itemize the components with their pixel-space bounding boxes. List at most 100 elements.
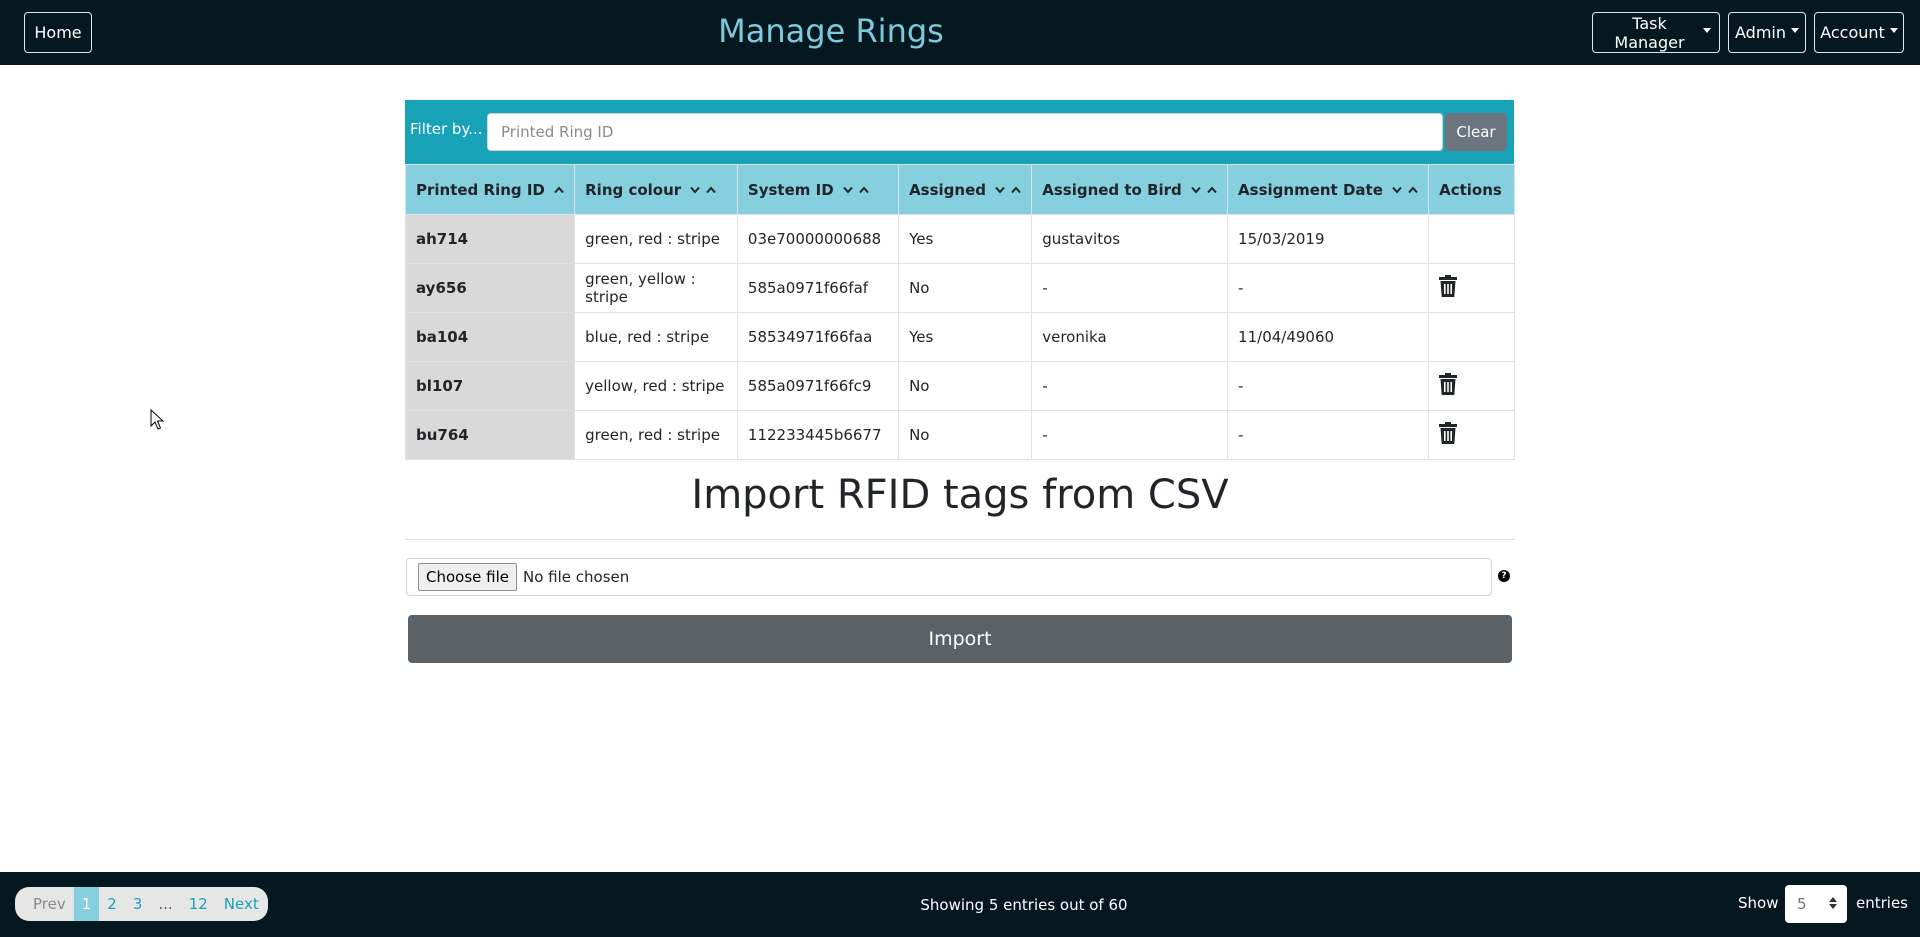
task-manager-label: Task Manager <box>1614 13 1685 52</box>
cell-system-id: 585a0971f66fc9 <box>736 361 900 411</box>
filter-label: Filter by... <box>410 120 483 138</box>
caret-down-icon <box>1791 28 1799 33</box>
cell-assigned-to-bird: - <box>1031 361 1229 411</box>
cell-assignment-date: 15/03/2019 <box>1227 214 1430 264</box>
cell-system-id: 585a0971f66faf <box>736 263 900 313</box>
column-header-assignment-date[interactable]: Assignment Date <box>1227 164 1430 215</box>
trash-icon[interactable] <box>1439 373 1458 395</box>
cell-printed-ring-id: bu764 <box>404 410 576 460</box>
divider <box>405 539 1515 540</box>
column-header-label: Actions <box>1439 180 1502 199</box>
chevron-up-icon[interactable] <box>706 186 717 194</box>
top-navbar: Home Manage Rings Task Manager Admin Acc… <box>0 0 1920 65</box>
column-header-assigned-to-bird[interactable]: Assigned to Bird <box>1031 164 1229 215</box>
clear-button[interactable]: Clear <box>1445 113 1507 151</box>
filter-input[interactable] <box>487 113 1443 151</box>
column-header-printed-ring-id[interactable]: Printed Ring ID <box>404 164 576 215</box>
column-header-label: Assigned <box>909 180 986 199</box>
cell-ring-colour: green, red : stripe <box>574 214 738 264</box>
column-header-label: Printed Ring ID <box>416 180 545 199</box>
task-manager-dropdown[interactable]: Task Manager <box>1592 12 1720 53</box>
entries-status: Showing 5 entries out of 60 <box>920 896 1128 914</box>
chevron-down-icon[interactable] <box>995 186 1005 194</box>
cell-assignment-date: - <box>1227 410 1430 460</box>
chevron-up-icon[interactable] <box>1011 186 1021 194</box>
cell-system-id: 58534971f66faa <box>736 312 900 362</box>
file-input[interactable]: Choose file No file chosen <box>406 558 1492 596</box>
entries-select-value: 5 <box>1797 895 1807 913</box>
account-label: Account <box>1820 23 1885 42</box>
import-button[interactable]: Import <box>408 615 1512 663</box>
column-header-system-id[interactable]: System ID <box>736 164 900 215</box>
filter-bar: Filter by... Clear <box>405 100 1514 164</box>
import-title: Import RFID tags from CSV <box>691 472 1229 518</box>
cell-printed-ring-id: ba104 <box>404 312 576 362</box>
chevron-down-icon[interactable] <box>1191 186 1201 194</box>
column-header-label: Assignment Date <box>1238 180 1383 199</box>
cell-system-id: 03e70000000688 <box>736 214 900 264</box>
cell-assignment-date: - <box>1227 263 1430 313</box>
cell-assigned: Yes <box>898 312 1033 362</box>
chevron-down-icon[interactable] <box>690 186 701 194</box>
cell-assigned: No <box>898 361 1033 411</box>
caret-down-icon <box>1889 28 1898 33</box>
table-row: bl107 yellow, red : stripe 585a0971f66fc… <box>404 361 1515 411</box>
chevron-down-icon[interactable] <box>843 186 853 194</box>
table-row: ah714 green, red : stripe 03e70000000688… <box>404 214 1515 264</box>
cell-ring-colour: green, red : stripe <box>574 410 738 460</box>
cell-assigned-to-bird: - <box>1031 263 1229 313</box>
admin-dropdown[interactable]: Admin <box>1728 12 1806 53</box>
cell-assigned: Yes <box>898 214 1033 264</box>
column-header-ring-colour[interactable]: Ring colour <box>574 164 738 215</box>
page-title: Manage Rings <box>718 12 944 50</box>
cell-assignment-date: 11/04/49060 <box>1227 312 1430 362</box>
cell-assigned-to-bird: - <box>1031 410 1229 460</box>
table-header-row: Printed Ring ID Ring colour System ID As… <box>404 164 1515 215</box>
trash-icon[interactable] <box>1439 422 1458 444</box>
show-label: Show <box>1738 894 1779 912</box>
entries-label: entries <box>1856 894 1908 912</box>
cell-assigned-to-bird: gustavitos <box>1031 214 1229 264</box>
cell-assigned-to-bird: veronika <box>1031 312 1229 362</box>
column-header-label: System ID <box>747 180 834 199</box>
question-circle-icon[interactable]: ? <box>1498 570 1510 582</box>
caret-down-icon <box>1703 28 1711 33</box>
footer-bar: Prev 1 2 3 ... 12 Next Showing 5 entries… <box>0 872 1920 937</box>
column-header-assigned[interactable]: Assigned <box>898 164 1033 215</box>
cell-system-id: 112233445b6677 <box>736 410 900 460</box>
up-down-arrows-icon <box>1829 897 1837 909</box>
entries-per-page-select[interactable]: 5 <box>1785 885 1847 923</box>
chevron-up-icon[interactable] <box>1207 186 1217 194</box>
table-row: ba104 blue, red : stripe 58534971f66faa … <box>404 312 1515 362</box>
cell-printed-ring-id: bl107 <box>404 361 576 411</box>
admin-label: Admin <box>1735 23 1786 42</box>
cell-assignment-date: - <box>1227 361 1430 411</box>
cell-actions <box>1428 361 1515 411</box>
cell-actions <box>1428 214 1515 264</box>
table-row: bu764 green, red : stripe 112233445b6677… <box>404 410 1515 460</box>
cell-assigned: No <box>898 263 1033 313</box>
column-header-label: Ring colour <box>585 180 682 199</box>
cell-ring-colour: blue, red : stripe <box>574 312 738 362</box>
column-header-label: Assigned to Bird <box>1042 180 1182 199</box>
cell-actions <box>1428 263 1515 313</box>
account-dropdown[interactable]: Account <box>1814 12 1904 53</box>
cell-printed-ring-id: ay656 <box>404 263 576 313</box>
column-header-actions: Actions <box>1428 164 1515 215</box>
mouse-cursor-icon <box>150 409 164 430</box>
cell-printed-ring-id: ah714 <box>404 214 576 264</box>
chevron-up-icon[interactable] <box>1408 186 1418 194</box>
choose-file-button[interactable]: Choose file <box>418 563 517 591</box>
table-row: ay656 green, yellow : stripe 585a0971f66… <box>404 263 1515 313</box>
chevron-up-icon[interactable] <box>554 186 564 194</box>
cell-actions <box>1428 312 1515 362</box>
cell-ring-colour: yellow, red : stripe <box>574 361 738 411</box>
cell-assigned: No <box>898 410 1033 460</box>
cell-ring-colour: green, yellow : stripe <box>574 263 738 313</box>
rings-table: Printed Ring ID Ring colour System ID As… <box>404 164 1515 460</box>
chevron-up-icon[interactable] <box>859 186 869 194</box>
trash-icon[interactable] <box>1439 275 1458 297</box>
chevron-down-icon[interactable] <box>1392 186 1402 194</box>
cell-actions <box>1428 410 1515 460</box>
file-status-text: No file chosen <box>523 568 630 586</box>
